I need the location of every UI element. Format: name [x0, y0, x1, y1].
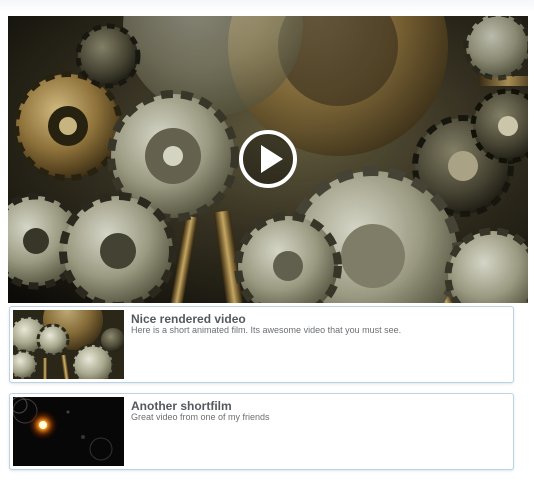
playlist-item-title: Another shortfilm [131, 399, 232, 413]
top-strip [0, 0, 534, 12]
video-gallery-page: Nice rendered video Here is a short anim… [0, 0, 534, 490]
playlist-item[interactable]: Nice rendered video Here is a short anim… [9, 306, 514, 383]
playlist-item-description: Great video from one of my friends [131, 412, 270, 422]
playlist-item-description: Here is a short animated film. Its aweso… [131, 325, 402, 335]
play-icon[interactable] [238, 129, 298, 189]
gears-thumbnail [13, 310, 124, 379]
light-flare-thumbnail [13, 397, 124, 466]
playlist-item[interactable]: Another shortfilm Great video from one o… [9, 393, 514, 470]
playlist-item-title: Nice rendered video [131, 312, 246, 326]
video-player[interactable] [8, 16, 528, 303]
